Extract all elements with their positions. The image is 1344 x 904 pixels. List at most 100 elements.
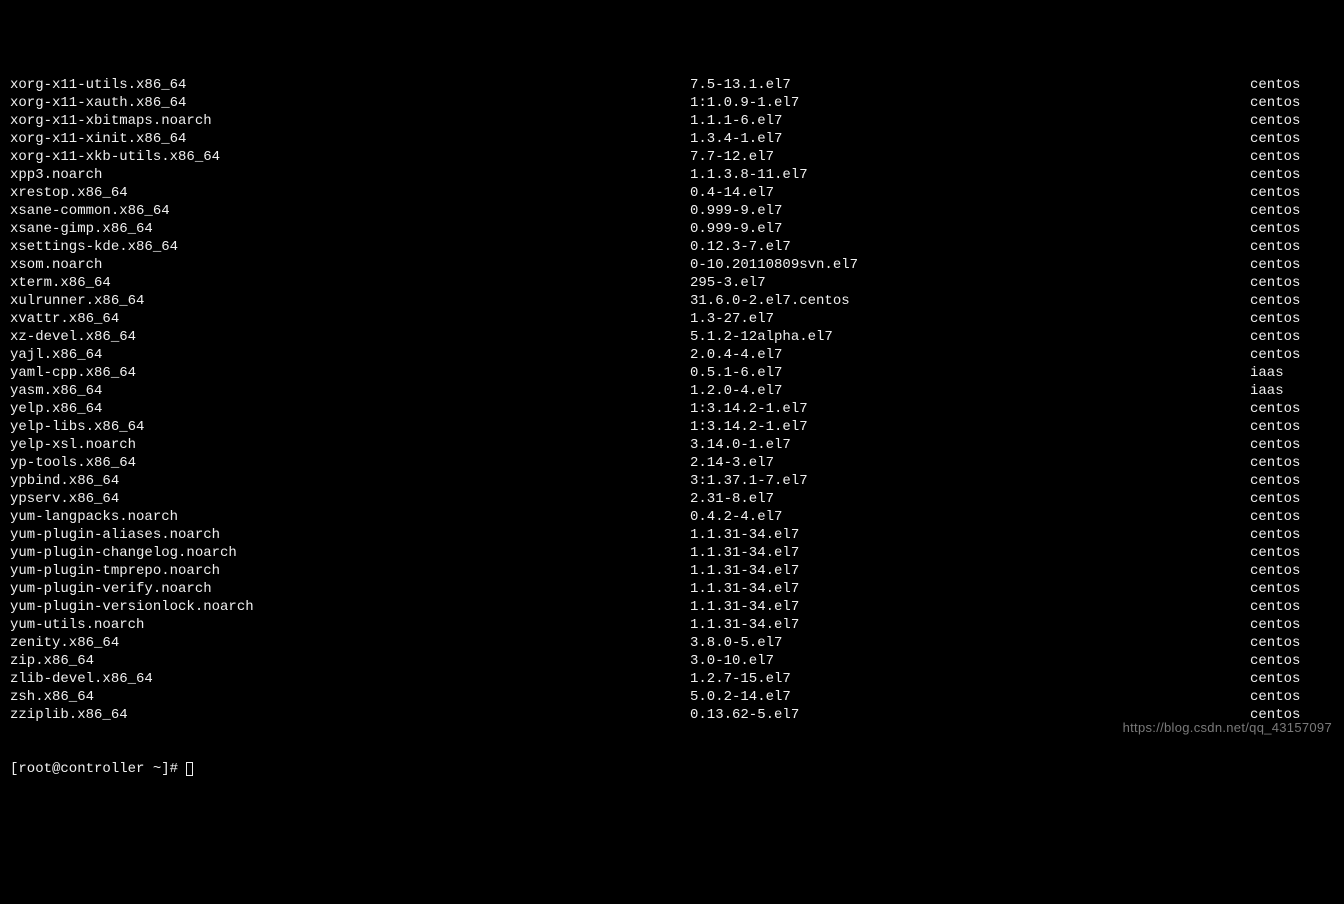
package-name: xsom.noarch (10, 256, 690, 274)
package-version: 1.1.31-34.el7 (690, 580, 1250, 598)
watermark-text: https://blog.csdn.net/qq_43157097 (1123, 719, 1332, 737)
package-repo: centos (1250, 544, 1300, 562)
package-row: zip.x86_643.0-10.el7centos (10, 652, 1334, 670)
package-version: 0-10.20110809svn.el7 (690, 256, 1250, 274)
package-repo: centos (1250, 688, 1300, 706)
package-repo: centos (1250, 418, 1300, 436)
package-version: 1.2.0-4.el7 (690, 382, 1250, 400)
package-row: yum-utils.noarch1.1.31-34.el7centos (10, 616, 1334, 634)
package-name: zip.x86_64 (10, 652, 690, 670)
package-version: 0.999-9.el7 (690, 220, 1250, 238)
package-version: 3.8.0-5.el7 (690, 634, 1250, 652)
package-name: xvattr.x86_64 (10, 310, 690, 328)
package-repo: centos (1250, 238, 1300, 256)
package-name: xz-devel.x86_64 (10, 328, 690, 346)
package-repo: centos (1250, 310, 1300, 328)
package-repo: centos (1250, 184, 1300, 202)
package-repo: centos (1250, 454, 1300, 472)
package-version: 1:3.14.2-1.el7 (690, 418, 1250, 436)
package-row: xorg-x11-xbitmaps.noarch1.1.1-6.el7cento… (10, 112, 1334, 130)
package-name: xorg-x11-xinit.x86_64 (10, 130, 690, 148)
package-repo: centos (1250, 346, 1300, 364)
package-row: yelp.x86_641:3.14.2-1.el7centos (10, 400, 1334, 418)
package-repo: centos (1250, 670, 1300, 688)
package-repo: centos (1250, 598, 1300, 616)
package-name: xterm.x86_64 (10, 274, 690, 292)
package-repo: centos (1250, 562, 1300, 580)
package-version: 1.1.31-34.el7 (690, 526, 1250, 544)
terminal-output[interactable]: xorg-x11-utils.x86_647.5-13.1.el7centosx… (10, 76, 1334, 724)
package-name: yaml-cpp.x86_64 (10, 364, 690, 382)
package-row: xterm.x86_64295-3.el7centos (10, 274, 1334, 292)
package-name: xsane-common.x86_64 (10, 202, 690, 220)
shell-prompt: [root@controller ~]# (10, 760, 186, 778)
package-repo: centos (1250, 400, 1300, 418)
package-version: 0.4-14.el7 (690, 184, 1250, 202)
package-name: xpp3.noarch (10, 166, 690, 184)
package-row: ypbind.x86_643:1.37.1-7.el7centos (10, 472, 1334, 490)
package-name: ypbind.x86_64 (10, 472, 690, 490)
package-name: yum-plugin-tmprepo.noarch (10, 562, 690, 580)
package-name: yelp-libs.x86_64 (10, 418, 690, 436)
package-version: 3.0-10.el7 (690, 652, 1250, 670)
package-repo: centos (1250, 526, 1300, 544)
package-repo: iaas (1250, 382, 1284, 400)
package-row: xrestop.x86_640.4-14.el7centos (10, 184, 1334, 202)
package-version: 1.3.4-1.el7 (690, 130, 1250, 148)
package-name: yp-tools.x86_64 (10, 454, 690, 472)
package-name: xrestop.x86_64 (10, 184, 690, 202)
package-repo: centos (1250, 652, 1300, 670)
package-version: 0.999-9.el7 (690, 202, 1250, 220)
package-name: yum-plugin-versionlock.noarch (10, 598, 690, 616)
package-repo: centos (1250, 166, 1300, 184)
package-row: yaml-cpp.x86_640.5.1-6.el7iaas (10, 364, 1334, 382)
package-name: yelp-xsl.noarch (10, 436, 690, 454)
package-name: zsh.x86_64 (10, 688, 690, 706)
package-row: xulrunner.x86_6431.6.0-2.el7.centoscento… (10, 292, 1334, 310)
package-repo: centos (1250, 202, 1300, 220)
shell-prompt-line[interactable]: [root@controller ~]# (10, 760, 1334, 778)
package-version: 1:3.14.2-1.el7 (690, 400, 1250, 418)
package-row: xorg-x11-xkb-utils.x86_647.7-12.el7cento… (10, 148, 1334, 166)
package-row: xvattr.x86_641.3-27.el7centos (10, 310, 1334, 328)
package-repo: centos (1250, 616, 1300, 634)
package-name: xorg-x11-xauth.x86_64 (10, 94, 690, 112)
package-row: yelp-libs.x86_641:3.14.2-1.el7centos (10, 418, 1334, 436)
package-version: 295-3.el7 (690, 274, 1250, 292)
package-repo: centos (1250, 490, 1300, 508)
package-repo: centos (1250, 472, 1300, 490)
package-version: 1.1.31-34.el7 (690, 562, 1250, 580)
package-name: xulrunner.x86_64 (10, 292, 690, 310)
package-version: 3:1.37.1-7.el7 (690, 472, 1250, 490)
package-row: yasm.x86_641.2.0-4.el7iaas (10, 382, 1334, 400)
package-name: ypserv.x86_64 (10, 490, 690, 508)
package-name: zziplib.x86_64 (10, 706, 690, 724)
package-repo: centos (1250, 220, 1300, 238)
package-row: xorg-x11-xauth.x86_641:1.0.9-1.el7centos (10, 94, 1334, 112)
package-version: 3.14.0-1.el7 (690, 436, 1250, 454)
package-name: yum-utils.noarch (10, 616, 690, 634)
package-name: xsane-gimp.x86_64 (10, 220, 690, 238)
package-row: xsane-gimp.x86_640.999-9.el7centos (10, 220, 1334, 238)
package-repo: iaas (1250, 364, 1284, 382)
cursor-icon (186, 762, 193, 776)
package-version: 1.3-27.el7 (690, 310, 1250, 328)
package-row: yum-plugin-verify.noarch1.1.31-34.el7cen… (10, 580, 1334, 598)
package-row: ypserv.x86_642.31-8.el7centos (10, 490, 1334, 508)
package-row: zenity.x86_643.8.0-5.el7centos (10, 634, 1334, 652)
package-row: yp-tools.x86_642.14-3.el7centos (10, 454, 1334, 472)
package-version: 1.1.1-6.el7 (690, 112, 1250, 130)
package-version: 1.1.31-34.el7 (690, 598, 1250, 616)
package-row: yum-langpacks.noarch0.4.2-4.el7centos (10, 508, 1334, 526)
package-repo: centos (1250, 508, 1300, 526)
package-repo: centos (1250, 112, 1300, 130)
package-name: yum-plugin-aliases.noarch (10, 526, 690, 544)
package-repo: centos (1250, 436, 1300, 454)
package-repo: centos (1250, 130, 1300, 148)
package-version: 1.1.31-34.el7 (690, 544, 1250, 562)
package-version: 7.5-13.1.el7 (690, 76, 1250, 94)
package-repo: centos (1250, 76, 1300, 94)
package-repo: centos (1250, 94, 1300, 112)
package-version: 31.6.0-2.el7.centos (690, 292, 1250, 310)
package-name: yajl.x86_64 (10, 346, 690, 364)
